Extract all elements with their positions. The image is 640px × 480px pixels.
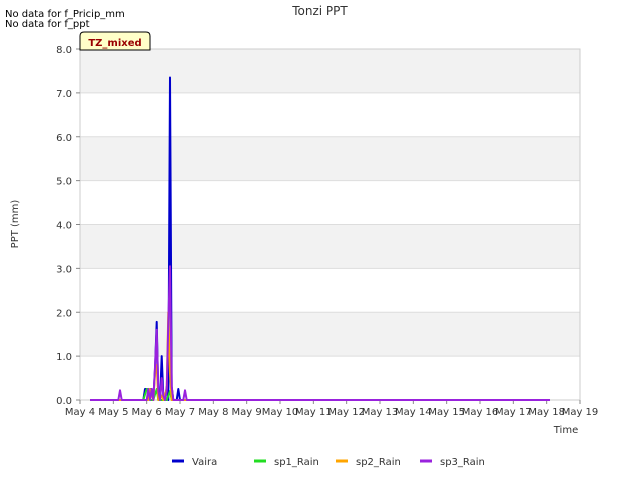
grid-band: [80, 49, 580, 93]
y-tick-label: 5.0: [56, 177, 72, 188]
grid-band: [80, 136, 580, 181]
legend-label: sp3_Rain: [440, 457, 485, 468]
grid-band: [80, 268, 580, 313]
site-badge: TZ_mixed: [79, 31, 151, 51]
site-badge-label: TZ_mixed: [88, 38, 141, 49]
x-tick-label: May 8: [198, 407, 228, 418]
x-tick-label: May 9: [232, 407, 262, 418]
x-tick-label: May 10: [262, 407, 299, 418]
y-axis-label: PPT (mm): [10, 200, 21, 249]
x-tick-label: May 12: [328, 407, 365, 418]
x-tick-label: May 6: [132, 407, 162, 418]
y-tick-label: 4.0: [56, 221, 72, 232]
x-tick-label: May 13: [362, 407, 399, 418]
y-axis-ticks: 0.0 1.0 2.0 3.0 4.0 5.0 6.0 7.0 8.0: [56, 45, 80, 407]
x-tick-label: May 11: [295, 407, 332, 418]
x-tick-label: May 18: [528, 407, 565, 418]
chart-canvas: 0.0 1.0 2.0 3.0 4.0 5.0 6.0 7.0 8.0 May 4 May 5 Ma…: [10, 31, 598, 468]
y-tick-label: 2.0: [56, 308, 72, 319]
x-tick-label: May 16: [462, 407, 499, 418]
legend-label: Vaira: [192, 457, 217, 468]
x-tick-label: May 4: [65, 407, 95, 418]
legend: Vaira sp1_Rain sp2_Rain sp3_Rain: [172, 457, 485, 468]
y-tick-label: 6.0: [56, 133, 72, 144]
y-tick-label: 0.0: [56, 396, 72, 407]
x-tick-label: May 7: [165, 407, 195, 418]
y-tick-label: 8.0: [56, 45, 72, 56]
grid-band: [80, 92, 580, 137]
x-axis-label: Time: [553, 425, 578, 436]
x-tick-label: May 14: [395, 407, 432, 418]
grid-band: [80, 180, 580, 225]
x-tick-label: May 15: [428, 407, 465, 418]
y-tick-label: 3.0: [56, 264, 72, 275]
y-tick-label: 1.0: [56, 352, 72, 363]
grid-band: [80, 224, 580, 269]
legend-label: sp2_Rain: [356, 457, 401, 468]
x-tick-label: May 17: [495, 407, 532, 418]
x-axis-ticks: May 4 May 5 May 6 May 7 May 8 May 9 May 10May …: [65, 400, 598, 418]
x-tick-label: May 19: [562, 407, 599, 418]
legend-label: sp1_Rain: [274, 457, 319, 468]
y-tick-label: 7.0: [56, 89, 72, 100]
x-tick-label: May 5: [98, 407, 128, 418]
